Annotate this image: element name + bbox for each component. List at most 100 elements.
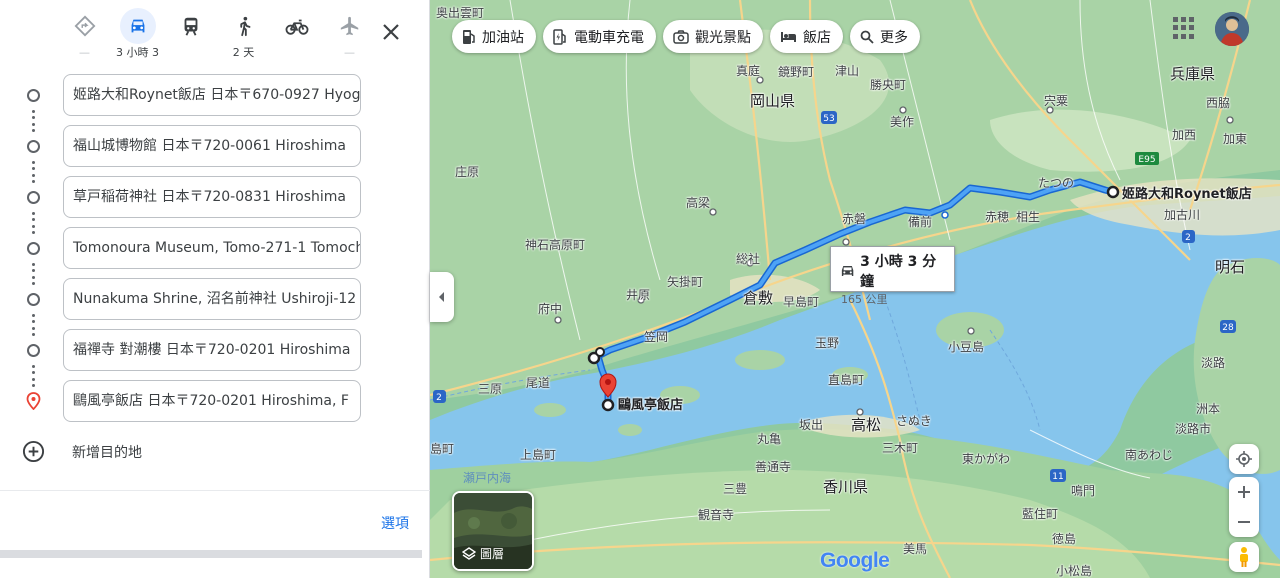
mode-transit[interactable] [164,8,217,64]
chip-ev-charging[interactable]: 電動車充電 [543,20,656,53]
map-label: 淡路市 [1175,422,1212,436]
zoom-in-button[interactable] [1229,477,1259,507]
map-label: 東かがわ [962,452,1011,466]
mode-best[interactable]: — [58,8,111,64]
map-label: 観音寺 [698,508,735,522]
chip-label: 觀光景點 [695,29,751,46]
map-label: 津山 [835,64,860,78]
map-label: 神石高原町 [525,238,586,252]
minus-icon [1238,521,1250,523]
destination-pin-icon [26,392,41,410]
waypoint-input[interactable]: 草戸稲荷神社 日本〒720-0831 Hiroshima [63,176,361,218]
waypoint-1: 姬路大和Roynet飯店 日本〒670-0927 Hyogo [0,74,430,116]
search-icon [860,30,874,44]
map-label: 赤磐 [842,212,867,226]
road-shield: 11 [1052,472,1063,482]
account-avatar[interactable] [1215,12,1249,46]
zoom-out-button[interactable] [1229,507,1259,537]
chip-gas-station[interactable]: 加油站 [452,20,536,53]
map-label: 加西 [1172,128,1197,142]
map-label: 三原 [478,382,503,396]
waypoint-6: 福禪寺 對潮樓 日本〒720-0201 Hiroshima [0,329,430,371]
my-location-button[interactable] [1229,444,1259,474]
map-label: 三木町 [882,441,919,455]
road-shield: E95 [1138,155,1155,165]
waypoint-circle-icon [27,191,40,204]
map-label: 瀬戸内海 [463,471,512,485]
waypoint-input[interactable]: 福禪寺 對潮樓 日本〒720-0201 Hiroshima [63,329,361,371]
chip-label: 飯店 [803,29,831,46]
waypoint-input[interactable]: Nunakuma Shrine, 沼名前神社 Ushiroji-12 [63,278,361,320]
waypoint-4: Tomonoura Museum, Tomo-271-1 Tomocho [0,227,430,269]
close-directions-button[interactable] [377,18,405,46]
map-label: 三豊 [723,482,748,496]
waypoint-circle-icon [27,242,40,255]
chip-more[interactable]: 更多 [850,20,920,53]
map-label: 相生 [1016,210,1041,224]
add-destination-label: 新增目的地 [72,444,142,461]
chip-hotels[interactable]: 飯店 [770,20,843,53]
map-label: 早島町 [783,295,820,309]
map-label: 直島町 [828,373,865,387]
map-label: 徳島 [1052,532,1077,546]
waypoint-input[interactable]: Tomonoura Museum, Tomo-271-1 Tomocho [63,227,361,269]
street-view-pegman-button[interactable] [1229,542,1259,572]
origin-label[interactable]: 姬路大和Roynet飯店 [1122,183,1252,202]
map-label: 洲本 [1196,402,1221,416]
map-label: 矢掛町 [667,275,704,289]
waypoint-input[interactable]: 福山城博物館 日本〒720-0061 Hiroshima [63,125,361,167]
layers-button[interactable]: 圖層 [452,491,534,571]
map-label: さぬき [896,414,932,428]
road-shield: 53 [823,114,834,124]
waypoint-input[interactable]: 鷗風亭飯店 日本〒720-0201 Hiroshima, F [63,380,361,422]
chip-attractions[interactable]: 觀光景點 [663,20,763,53]
map-label: 淡路 [1201,356,1226,370]
map-label: 倉敷 [743,289,774,307]
map-label: 香川県 [823,478,869,496]
options-link[interactable]: 選項 [381,513,409,533]
map-label: たつの [1038,176,1075,190]
waypoint-circle-icon [27,344,40,357]
map-label: 藍住町 [1022,507,1059,521]
map-label: 備前 [908,215,933,229]
collapse-panel-button[interactable] [430,272,454,322]
mode-walking[interactable]: 2 天 [217,8,270,64]
map-label: 笠岡 [644,330,669,344]
travel-mode-bar: — 3 小時 3 2 天 — [58,8,376,64]
road-shield: 28 [1222,323,1234,333]
google-apps-button[interactable] [1173,17,1195,39]
chevron-left-icon [439,292,444,302]
map-label: 井原 [626,288,651,302]
map-label: 宍粟 [1044,94,1069,108]
map-label: 真庭 [736,64,761,78]
mode-cycling[interactable] [270,8,323,64]
waypoint-input[interactable]: 姬路大和Roynet飯店 日本〒670-0927 Hyogo [63,74,361,116]
waypoint-circle-icon [27,140,40,153]
map-label: 岡山県 [750,92,796,110]
car-icon [119,8,156,44]
map-label: 高梁 [686,196,711,210]
route-duration-callout[interactable]: 3 小時 3 分鐘 165 公里 [830,246,955,306]
plus-icon [1238,486,1250,498]
mode-flight[interactable]: — [323,8,376,64]
map-label: 加古川 [1164,208,1201,222]
pegman-icon [1240,547,1248,567]
chip-label: 更多 [880,29,908,46]
map-label: 美作 [890,115,915,129]
close-icon [383,24,399,40]
chip-label: 電動車充電 [574,29,644,46]
airplane-icon [332,8,368,44]
add-destination-button[interactable]: 新增目的地 [22,440,142,463]
waypoint-2: 福山城博物館 日本〒720-0061 Hiroshima [0,125,430,167]
map-label: 勝央町 [870,78,907,92]
google-logo-text: Google [820,549,890,572]
destination-label[interactable]: 鷗風亭飯店 [618,394,683,413]
ev-charger-icon [553,28,568,45]
map-label: 鏡野町 [778,65,815,79]
map-label: 兵庫県 [1170,65,1216,83]
map-label: 鳴門 [1071,484,1096,498]
divider [0,490,430,491]
mode-driving[interactable]: 3 小時 3 [111,8,164,64]
mode-driving-label: 3 小時 3 [116,46,159,59]
mode-best-label: — [79,46,90,59]
